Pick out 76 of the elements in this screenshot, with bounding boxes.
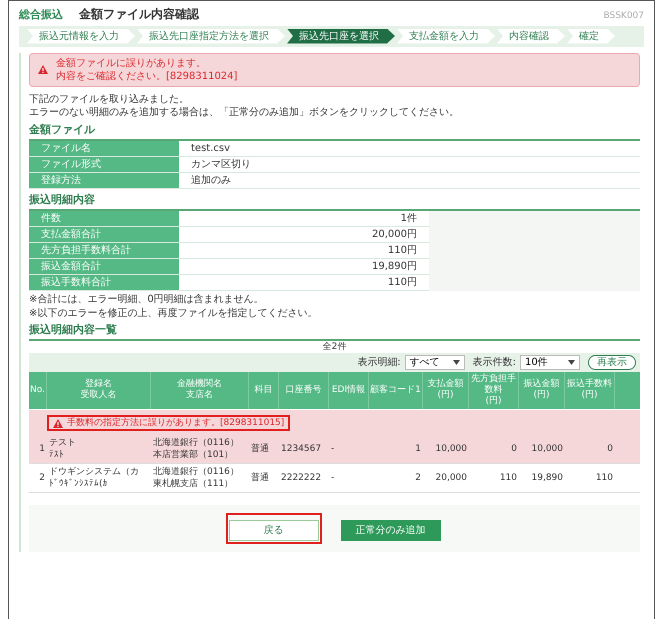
table-cell: 0 — [607, 442, 613, 454]
row-label: ファイル名 — [29, 140, 179, 156]
table-cell: 普通 — [251, 442, 269, 454]
error-message: 金額ファイルに誤りがあります。 — [56, 56, 207, 70]
table-cell: 1234567 — [281, 442, 322, 454]
step-indicator: 振込元情報を入力 — [27, 28, 135, 44]
table-cell: 1 — [415, 442, 421, 454]
column-header: EDI情報 — [329, 372, 369, 408]
filter-label: 表示件数: — [472, 356, 516, 368]
table-cell: 東札幌支店（111） — [153, 478, 234, 490]
column-header: 先方負担手数料 (円) — [469, 372, 519, 408]
screen-id: BSSK007 — [603, 10, 644, 23]
note-text: ※合計には、エラー明細、0円明細は含まれません。 — [29, 292, 265, 306]
table-cell: 10,000 — [532, 442, 563, 454]
table-cell: 北海道銀行（0116） — [153, 466, 239, 478]
column-header: 口座番号 — [279, 372, 329, 408]
step-indicator: 振込先口座を選択 — [287, 28, 395, 44]
column-header: 科目 — [249, 372, 279, 408]
table-cell: 2 — [415, 472, 421, 484]
row-label: 件数 — [29, 210, 179, 226]
add-valid-button[interactable]: 正常分のみ追加 — [340, 520, 440, 540]
note-text: ※以下のエラーを修正の上、再度ファイルを指定してください。 — [29, 306, 318, 320]
section-title: 金額ファイル — [29, 122, 96, 136]
table-cell: - — [331, 442, 334, 454]
row-label: ファイル形式 — [29, 156, 179, 172]
row-label: 先方負担手数料合計 — [29, 242, 179, 258]
refresh-button[interactable]: 再表示 — [588, 354, 636, 370]
column-header: 振込金額 (円) — [519, 372, 565, 408]
table-cell: 1 — [39, 442, 45, 454]
dropdown-caret-icon — [568, 360, 575, 364]
table-cell: 本店営業部（101） — [153, 448, 234, 460]
column-header: 支払金額 (円) — [423, 372, 469, 408]
table-cell: 北海道銀行（0116） — [153, 436, 239, 448]
column-header: 登録名 受取人名 — [47, 372, 151, 408]
table-cell: 2222222 — [281, 472, 322, 484]
row-label: 振込金額合計 — [29, 258, 179, 274]
row-label: 支払金額合計 — [29, 226, 179, 242]
column-header: 金融機関名 支店名 — [151, 372, 249, 408]
intro-text: 下記のファイルを取り込みました。 — [29, 92, 190, 106]
table-cell: 0 — [511, 442, 517, 454]
section-title: 振込明細内容一覧 — [29, 322, 640, 340]
filter-label: 表示明細: — [357, 356, 401, 368]
row-label: 登録方法 — [29, 172, 179, 188]
dropdown-caret-icon — [452, 360, 460, 364]
table-cell: 19,890 — [532, 472, 563, 484]
error-message: 内容をご確認ください。[8298311024] — [56, 70, 238, 82]
total-count: 全2件 — [322, 340, 346, 352]
table-cell: ﾃｽﾄ — [49, 448, 64, 460]
table-cell: 普通 — [251, 472, 269, 484]
table-cell: 10,000 — [436, 442, 467, 454]
column-header: 振込手数料 (円) — [565, 372, 615, 408]
page-title: 金額ファイル内容確認 — [79, 6, 199, 23]
intro-text: エラーのない明細のみを追加する場合は、「正常分のみ追加」ボタンをクリックしてください。 — [29, 106, 460, 118]
step-indicator: 支払金額を入力 — [397, 28, 495, 44]
filter-select[interactable]: 10件 — [520, 354, 580, 370]
section-title: 振込明細内容 — [29, 192, 96, 206]
column-header: No. — [29, 372, 47, 408]
table-cell: 110 — [596, 472, 613, 484]
row-label: 振込手数料合計 — [29, 274, 179, 290]
step-indicator: 振込先口座指定方法を選択 — [137, 28, 285, 44]
warning-icon — [53, 418, 63, 428]
back-button[interactable]: 戻る — [228, 520, 318, 540]
step-indicator: 内容確認 — [497, 28, 565, 44]
table-cell: 110 — [500, 472, 517, 484]
step-indicator: 確定 — [567, 28, 615, 44]
error-text: 手数料の指定方法に誤りがあります。[8298311015] — [67, 417, 284, 429]
table-cell: ﾄﾞｳｷﾞﾝｼｽﾃﾑ(ｶ — [49, 478, 108, 490]
warning-icon — [38, 65, 48, 74]
filter-select[interactable]: すべて — [404, 354, 465, 370]
table-cell: ドウギンシステム（カ — [49, 466, 139, 478]
table-cell: 20,000 — [436, 472, 467, 484]
category-label: 総合振込 — [19, 7, 63, 23]
column-header: 顧客コード1 — [369, 372, 423, 408]
table-cell: - — [331, 472, 334, 484]
table-cell: テスト — [49, 436, 76, 448]
table-cell: 2 — [39, 472, 45, 484]
